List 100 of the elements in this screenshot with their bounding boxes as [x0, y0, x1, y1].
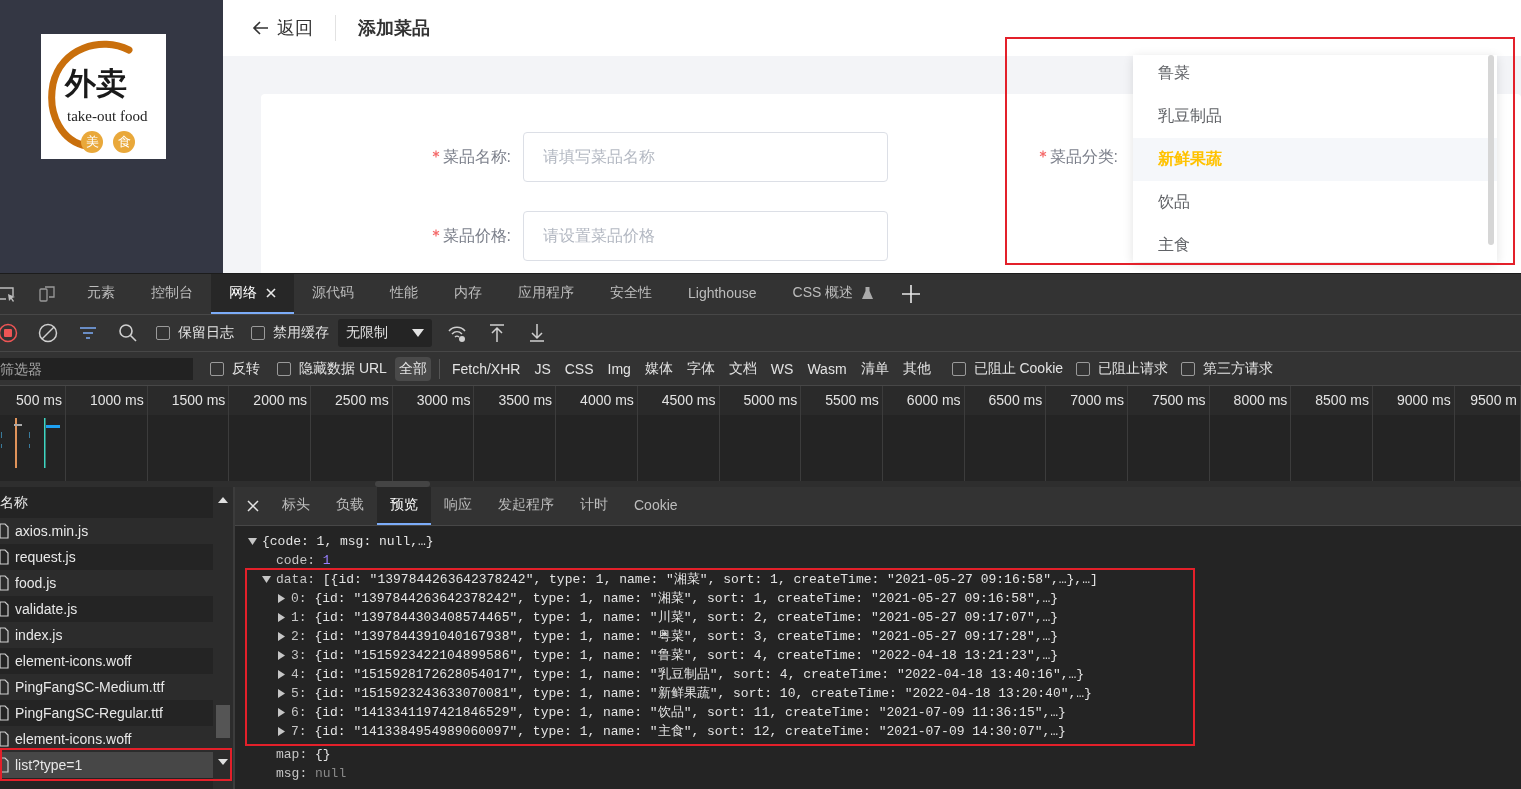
checkbox-label[interactable]: 已阻止请求 [1098, 359, 1169, 378]
disclosure-triangle-icon[interactable] [277, 651, 286, 660]
tab[interactable]: 应用程序 [500, 274, 592, 314]
tab[interactable]: 源代码 [294, 274, 372, 314]
request-row[interactable]: PingFangSC-Medium.ttf [0, 674, 213, 700]
dropdown-option[interactable]: 鲁菜 [1133, 55, 1497, 95]
disclosure-triangle-icon[interactable] [277, 594, 286, 603]
tab[interactable]: 控制台 [133, 274, 211, 314]
request-row[interactable]: list?type=1 [0, 752, 213, 778]
checkbox[interactable] [251, 326, 265, 340]
filter-chip[interactable]: 全部 [394, 356, 431, 381]
detail-tab[interactable]: 发起程序 [485, 487, 567, 525]
scrollbar[interactable] [213, 487, 233, 789]
download-icon[interactable] [527, 323, 547, 343]
disclosure-triangle-icon[interactable] [277, 632, 286, 641]
tab[interactable]: 网络 [211, 274, 294, 314]
json-text: 0: {id: "1397844263642378242", type: 1, name: "湘菜", sort: 1, createTime: "2021-05-27 09:16:58",…} [291, 590, 1059, 608]
filter-chip[interactable]: 其他 [898, 356, 935, 381]
scrollbar[interactable] [0, 481, 1521, 487]
tick-label: 3000 ms [392, 386, 475, 415]
file-icon [0, 757, 9, 773]
tick-label: 9500 m [1454, 386, 1521, 415]
tab[interactable]: 安全性 [592, 274, 670, 314]
throttle-select[interactable]: 无限制 [338, 319, 432, 347]
device-icon[interactable] [37, 284, 57, 304]
scrollbar-thumb[interactable] [1488, 55, 1494, 245]
checkbox[interactable] [1181, 361, 1196, 376]
detail-tab[interactable]: 响应 [431, 487, 485, 525]
tab[interactable]: 内存 [436, 274, 500, 314]
inspect-icon[interactable] [0, 284, 17, 304]
dropdown-option[interactable]: 乳豆制品 [1133, 95, 1497, 138]
checkbox-label[interactable]: 保留日志 [178, 324, 234, 342]
disclosure-triangle-icon[interactable] [277, 727, 286, 736]
disclosure-triangle-icon[interactable] [277, 689, 286, 698]
tab[interactable]: 元素 [69, 274, 133, 314]
disclosure-triangle-icon[interactable] [277, 670, 286, 679]
disclosure-triangle-icon[interactable] [262, 575, 271, 584]
caret-icon [412, 329, 424, 337]
detail-tab[interactable]: 预览 [377, 487, 431, 525]
filter-chip[interactable]: 媒体 [640, 356, 677, 381]
record-icon[interactable] [0, 323, 18, 343]
tab[interactable]: 性能 [372, 274, 436, 314]
file-icon [0, 523, 9, 539]
checkbox[interactable] [1076, 361, 1091, 376]
filter-chip[interactable]: JS [530, 357, 555, 380]
tick-label: 7500 ms [1127, 386, 1210, 415]
file-icon [0, 601, 9, 617]
filter-chip[interactable]: 文档 [724, 356, 761, 381]
filter-chip[interactable]: Img [603, 357, 635, 380]
close-icon[interactable] [247, 500, 259, 512]
checkbox-label[interactable]: 隐藏数据 URL [299, 359, 387, 378]
filter-chip[interactable]: CSS [560, 357, 598, 380]
tick-label: 2000 ms [229, 386, 312, 415]
filter-chip[interactable]: WS [766, 357, 798, 380]
tick-label: 3500 ms [474, 386, 557, 415]
scrollbar-thumb[interactable] [216, 705, 230, 738]
checkbox-label[interactable]: 禁用缓存 [273, 324, 329, 342]
tick-label: 5000 ms [719, 386, 802, 415]
text-input[interactable]: 请填写菜品名称 [523, 132, 888, 182]
detail-tab[interactable]: 负载 [323, 487, 377, 525]
scroll-down-icon [218, 759, 228, 765]
filter-chip[interactable]: 字体 [682, 356, 719, 381]
upload-icon[interactable] [487, 323, 507, 343]
checkbox-label[interactable]: 反转 [232, 359, 260, 378]
detail-tab[interactable]: 计时 [567, 487, 621, 525]
tick-label: 1000 ms [66, 386, 148, 415]
checkbox[interactable] [277, 361, 291, 376]
json-text: code: 1 [276, 552, 331, 570]
checkbox[interactable] [156, 326, 170, 340]
disclosure-triangle-icon[interactable] [277, 613, 286, 622]
filter-chip[interactable]: Fetch/XHR [447, 357, 525, 380]
request-row[interactable]: axios.min.js [0, 518, 213, 544]
tab[interactable]: CSS 概述 [774, 274, 892, 314]
request-row[interactable]: food.js [0, 570, 213, 596]
text-input[interactable]: 请设置菜品价格 [523, 211, 888, 261]
back-button[interactable]: 返回 [251, 16, 313, 40]
checkbox-label[interactable]: 已阻止 Cookie [973, 359, 1064, 378]
dropdown-option[interactable]: 饮品 [1133, 181, 1497, 224]
tick-label: 5500 ms [801, 386, 883, 415]
filter-chip[interactable]: 清单 [856, 356, 893, 381]
filter-chip[interactable]: Wasm [803, 357, 851, 380]
json-text: 1: {id: "1397844303408574465", type: 1, name: "川菜", sort: 2, createTime: "2021-05-27 09:17:07",…} [291, 609, 1059, 627]
dropdown-option[interactable]: 主食 [1133, 224, 1497, 262]
search-icon[interactable] [118, 323, 138, 343]
clear-icon[interactable] [38, 323, 58, 343]
checkbox[interactable] [951, 361, 966, 376]
scrollbar-thumb[interactable] [375, 481, 430, 487]
request-row[interactable]: element-icons.woff [0, 726, 213, 752]
tab[interactable]: Lighthouse [670, 274, 775, 314]
request-row[interactable]: index.js [0, 622, 213, 648]
checkbox[interactable] [210, 361, 224, 376]
detail-tab[interactable]: 标头 [269, 487, 323, 525]
close-icon[interactable] [266, 288, 276, 298]
disclosure-triangle-icon[interactable] [248, 537, 257, 546]
detail-tab[interactable]: Cookie [621, 487, 691, 525]
add-icon[interactable] [901, 284, 922, 304]
checkbox-label[interactable]: 第三方请求 [1203, 359, 1274, 378]
filter-input[interactable]: 筛选器 [0, 357, 193, 380]
tick-label: 2500 ms [311, 386, 393, 415]
disclosure-triangle-icon[interactable] [277, 708, 286, 717]
